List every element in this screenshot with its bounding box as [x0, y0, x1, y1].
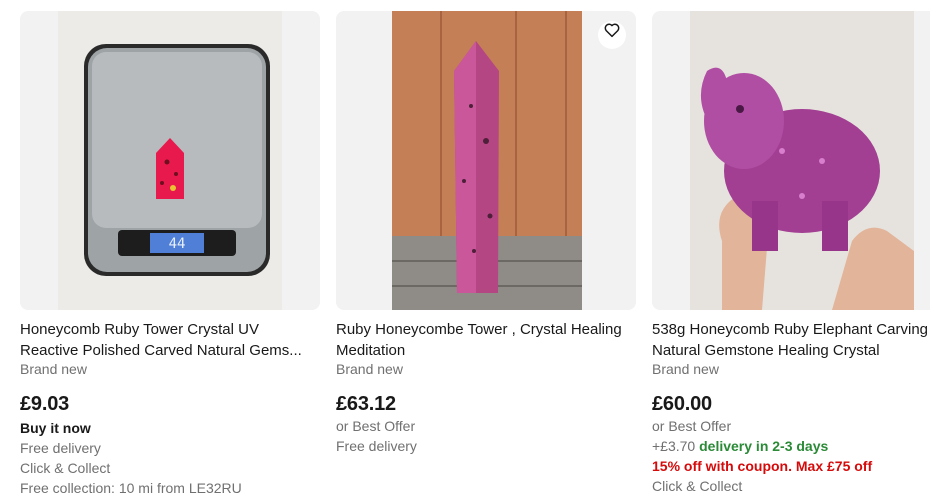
listing-image[interactable]	[652, 11, 930, 310]
listing-title-line[interactable]: Ruby Honeycombe Tower , Crystal Healing	[336, 319, 636, 340]
shipping-info: +£3.70 delivery in 2-3 days	[652, 436, 930, 456]
click-collect-info: Click & Collect	[20, 460, 111, 476]
listing-title-line[interactable]: Reactive Polished Carved Natural Gems...	[20, 340, 320, 361]
listing-card[interactable]: 44 Honeycomb Ruby Tower Crystal UV React…	[20, 11, 320, 498]
listing-title[interactable]: 538g Honeycomb Ruby Elephant Carving Nat…	[652, 319, 930, 361]
listing-title-line[interactable]: Meditation	[336, 340, 636, 361]
listing-title-line[interactable]: 538g Honeycomb Ruby Elephant Carving	[652, 319, 930, 340]
listing-title-line[interactable]: Natural Gemstone Healing Crystal	[652, 340, 930, 361]
ruby-elephant-photo	[690, 11, 914, 310]
listing-title[interactable]: Ruby Honeycombe Tower , Crystal Healing …	[336, 319, 636, 361]
ruby-tower-on-scale-photo: 44	[58, 11, 282, 310]
listing-card[interactable]: Ruby Honeycombe Tower , Crystal Healing …	[336, 11, 636, 456]
listing-condition: Brand new	[20, 361, 87, 377]
listing-title-line[interactable]: Honeycomb Ruby Tower Crystal UV	[20, 319, 320, 340]
listing-condition: Brand new	[652, 361, 719, 377]
collection-info: Free collection: 10 mi from LE32RU	[20, 480, 242, 496]
buying-format: Buy it now	[20, 420, 91, 436]
listing-card[interactable]: 538g Honeycomb Ruby Elephant Carving Nat…	[652, 11, 930, 496]
favorite-button[interactable]	[598, 21, 626, 49]
click-collect-info: Click & Collect	[652, 478, 743, 494]
buying-format: or Best Offer	[336, 418, 416, 434]
scale-display-reading: 44	[169, 236, 186, 252]
delivery-info: Free delivery	[20, 440, 101, 456]
listing-price: £63.12	[336, 393, 396, 415]
ruby-tower-photo	[392, 11, 582, 310]
listing-title[interactable]: Honeycomb Ruby Tower Crystal UV Reactive…	[20, 319, 320, 361]
listing-price: £9.03	[20, 393, 70, 415]
listing-price: £60.00	[652, 393, 712, 415]
delivery-info: Free delivery	[336, 438, 417, 454]
listing-image[interactable]: 44	[20, 11, 320, 310]
delivery-time: delivery in 2-3 days	[699, 438, 829, 454]
listing-image[interactable]	[336, 11, 636, 310]
coupon-offer[interactable]: 15% off with coupon. Max £75 off	[652, 456, 930, 476]
heart-outline-icon	[604, 23, 620, 38]
buying-format: or Best Offer	[652, 418, 732, 434]
listing-condition: Brand new	[336, 361, 403, 377]
shipping-cost: +£3.70	[652, 438, 696, 454]
